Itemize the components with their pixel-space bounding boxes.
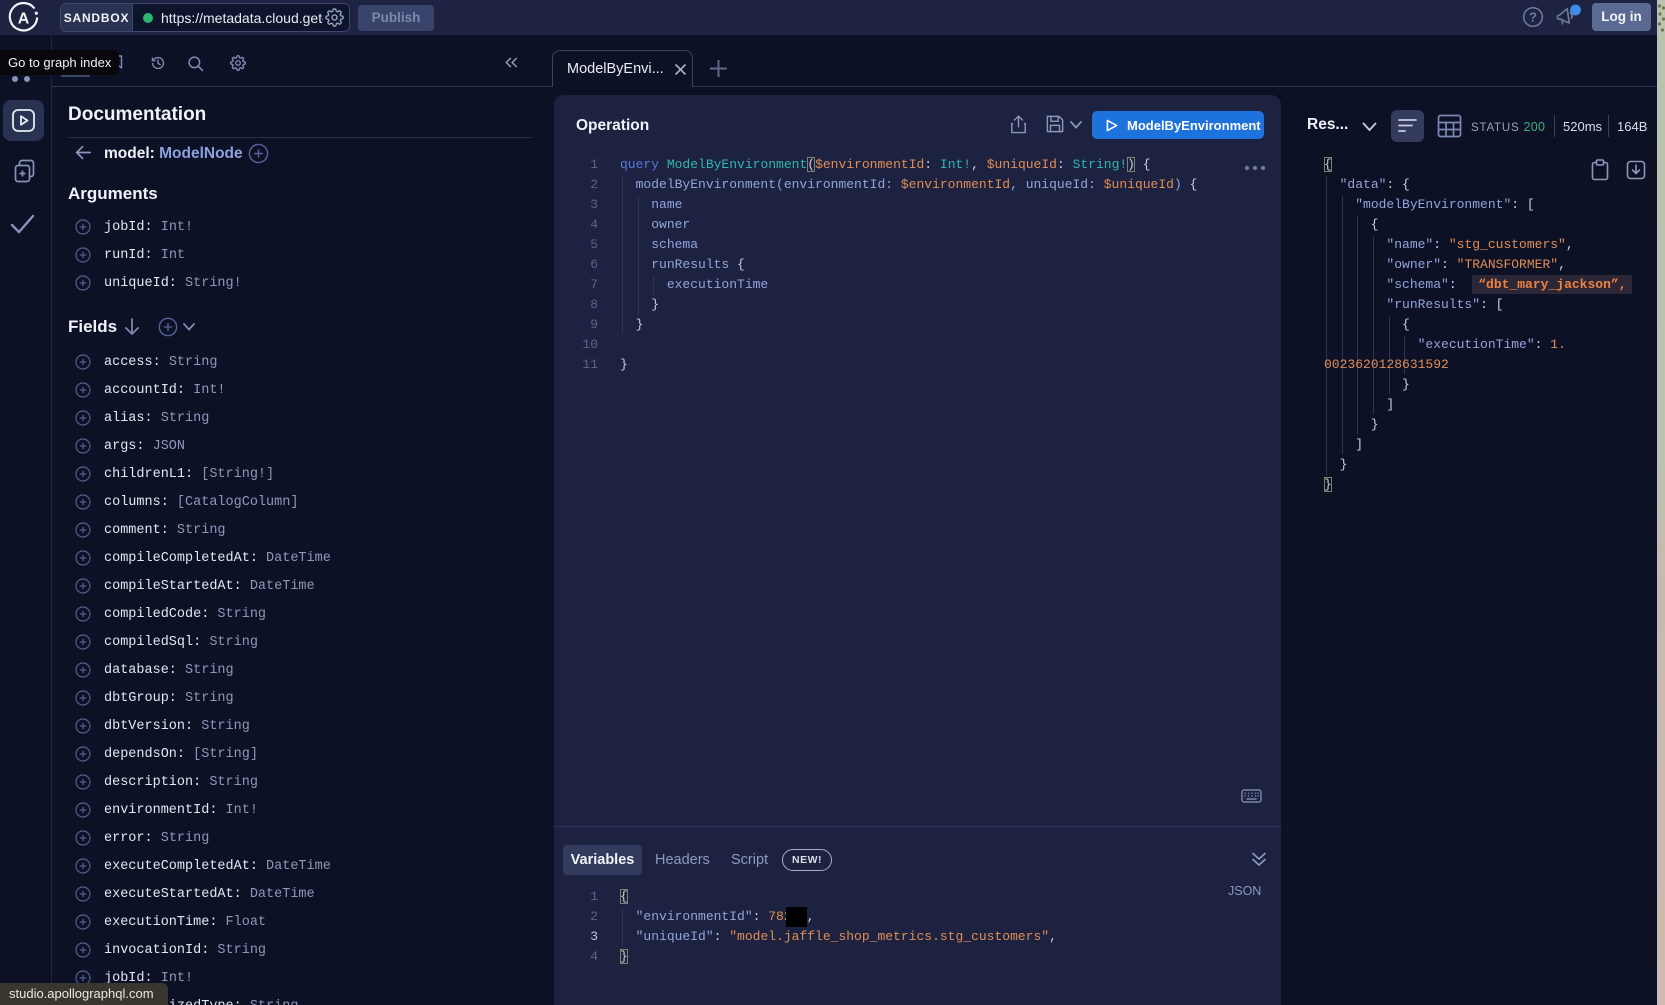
svg-text:?: ? — [1529, 10, 1537, 25]
svg-text:A: A — [18, 11, 30, 28]
